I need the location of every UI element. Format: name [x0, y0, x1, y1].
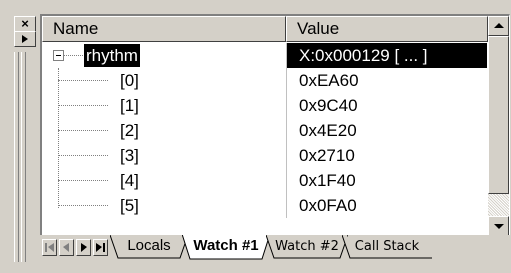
- tree-cell-name: [5]: [42, 193, 286, 218]
- scroll-track[interactable]: [488, 194, 509, 216]
- tree-connector: [63, 55, 83, 56]
- last-tab-icon[interactable]: [93, 239, 108, 256]
- tab-bar: Locals Watch #1 Watch #2 Call Stack: [40, 235, 510, 262]
- tab-watch-1[interactable]: Watch #1: [182, 235, 270, 260]
- close-icon: ×: [21, 16, 29, 31]
- dock-grip-2[interactable]: [21, 52, 26, 262]
- watch-tree: rhythm X:0x000129 [ ... ] [0] 0xEA60 [1]…: [42, 43, 488, 218]
- tab-label: Watch #1: [193, 237, 259, 254]
- dock-side-bar: ×: [0, 0, 38, 273]
- element-name[interactable]: [1]: [120, 93, 139, 118]
- element-value[interactable]: 0x0FA0: [287, 193, 487, 218]
- element-value[interactable]: 0x4E20: [287, 118, 487, 143]
- tree-row[interactable]: [3] 0x2710: [42, 143, 488, 168]
- first-tab-icon[interactable]: [42, 239, 57, 256]
- prev-tab-icon[interactable]: [59, 239, 74, 256]
- variable-value[interactable]: X:0x000129 [ ... ]: [287, 43, 487, 68]
- tab-label: Watch #2: [275, 239, 339, 254]
- column-header-name-label: Name: [53, 19, 99, 38]
- tab-label: Call Stack: [354, 239, 420, 254]
- column-header-value-label: Value: [297, 19, 340, 38]
- element-value[interactable]: 0x1F40: [287, 168, 487, 193]
- scroll-up-icon[interactable]: [488, 16, 509, 36]
- restore-button[interactable]: [14, 31, 36, 47]
- element-value[interactable]: 0xEA60: [287, 68, 487, 93]
- close-button[interactable]: ×: [14, 16, 36, 32]
- next-tab-icon[interactable]: [76, 239, 91, 256]
- tree-row-root[interactable]: rhythm X:0x000129 [ ... ]: [42, 43, 488, 68]
- tree-row[interactable]: [4] 0x1F40: [42, 168, 488, 193]
- element-name[interactable]: [5]: [120, 193, 139, 218]
- tab-call-stack[interactable]: Call Stack: [342, 235, 432, 259]
- tab-locals[interactable]: Locals: [110, 235, 188, 259]
- tab-watch-2[interactable]: Watch #2: [266, 235, 348, 259]
- dock-grip[interactable]: [14, 52, 19, 262]
- tree-row[interactable]: [1] 0x9C40: [42, 93, 488, 118]
- element-name[interactable]: [3]: [120, 143, 139, 168]
- tree-cell-name: [0]: [42, 68, 286, 93]
- tree-connector: [58, 80, 108, 81]
- tree-connector: [58, 155, 108, 156]
- variable-name[interactable]: rhythm: [84, 44, 140, 67]
- element-value[interactable]: 0x9C40: [287, 93, 487, 118]
- tree-row[interactable]: [2] 0x4E20: [42, 118, 488, 143]
- element-name[interactable]: [4]: [120, 168, 139, 193]
- scroll-thumb[interactable]: [488, 36, 509, 194]
- tree-connector: [58, 130, 108, 131]
- tree-cell-name: [3]: [42, 143, 286, 168]
- element-name[interactable]: [0]: [120, 68, 139, 93]
- tree-cell-name: [2]: [42, 118, 286, 143]
- scroll-down-icon[interactable]: [488, 216, 509, 236]
- tab-label: Locals: [127, 237, 171, 254]
- column-header-value[interactable]: Value: [286, 16, 488, 42]
- column-header-name[interactable]: Name: [42, 16, 286, 42]
- vertical-scrollbar[interactable]: [488, 16, 509, 236]
- tree-row[interactable]: [5] 0x0FA0: [42, 193, 488, 218]
- tree-cell-name: [4]: [42, 168, 286, 193]
- tree-cell-name: [1]: [42, 93, 286, 118]
- tree-connector: [58, 180, 108, 181]
- element-name[interactable]: [2]: [120, 118, 139, 143]
- tree-connector: [58, 105, 108, 106]
- tree-row[interactable]: [0] 0xEA60: [42, 68, 488, 93]
- tree-connector: [58, 205, 108, 206]
- element-value[interactable]: 0x2710: [287, 143, 487, 168]
- tree-cell-name: rhythm: [42, 43, 286, 68]
- watch-pane: Name Value rhythm X:0x000129 [ ... ] [0]…: [40, 14, 510, 262]
